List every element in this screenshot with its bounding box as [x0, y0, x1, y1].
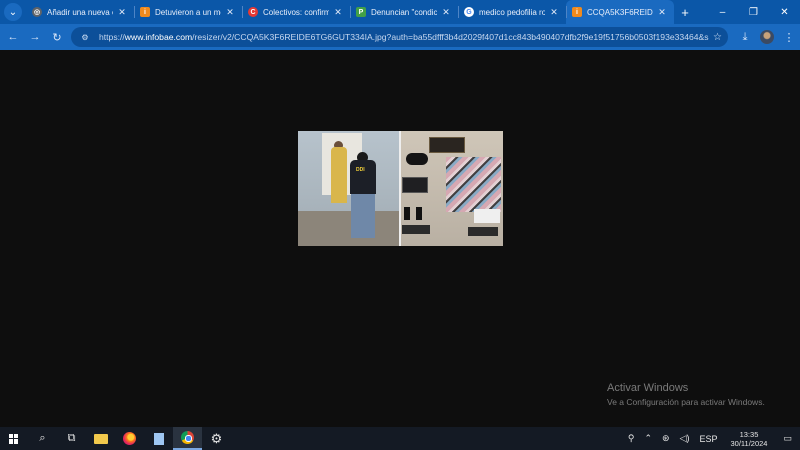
photo-label-card	[402, 225, 430, 234]
start-button[interactable]	[0, 427, 28, 450]
tab-1[interactable]: ◎ Añadir una nueva ent ✕	[26, 0, 134, 24]
tab-title: Detuvieron a un méd	[155, 7, 221, 17]
url-text[interactable]: https://www.infobae.com/resizer/v2/CCQA5…	[99, 32, 709, 42]
tab-title: Colectivos: confirman	[263, 7, 329, 17]
photo-person-detainee	[331, 147, 347, 203]
tab-6-active[interactable]: i CCQA5K3F6REIDE6TG ✕	[566, 0, 674, 24]
people-icon[interactable]: ⚲	[623, 433, 640, 444]
file-explorer-button[interactable]	[86, 427, 115, 450]
photo-box	[474, 209, 500, 223]
gear-icon: ⚙	[210, 430, 223, 446]
tab-search-button[interactable]: ⌄	[4, 3, 22, 21]
forward-arrow-icon[interactable]: →	[24, 26, 46, 48]
close-icon[interactable]: ✕	[224, 7, 236, 18]
windows-activation-watermark: Activar Windows Ve a Configuración para …	[607, 382, 765, 407]
tab-3[interactable]: C Colectivos: confirman ✕	[242, 0, 350, 24]
close-icon[interactable]: ✕	[332, 7, 344, 18]
window-controls: – ❐ ✕	[707, 0, 800, 24]
search-icon[interactable]: ⌕	[28, 427, 57, 450]
photo-seized-items	[446, 157, 501, 212]
task-view-icon[interactable]: ⧉	[57, 427, 86, 450]
minimize-button[interactable]: –	[707, 0, 738, 24]
system-tray: ⚲ ⌃ ⊛ ◁) ESP 13:35 30/11/2024 ▭	[623, 427, 800, 450]
clock-date: 30/11/2024	[730, 438, 768, 448]
notifications-icon[interactable]: ▭	[775, 433, 800, 444]
close-icon[interactable]: ✕	[116, 7, 128, 18]
close-icon[interactable]: ✕	[656, 7, 668, 18]
folder-icon	[93, 433, 108, 444]
photo-floor	[298, 211, 400, 246]
news-photo[interactable]: DDI	[298, 131, 503, 246]
menu-dots-icon[interactable]: ⋮	[778, 26, 800, 48]
site-info-icon[interactable]: ⚙	[79, 31, 91, 43]
settings-button[interactable]: ⚙	[202, 427, 231, 450]
network-icon[interactable]: ⊛	[657, 433, 675, 444]
photo-officer-body	[350, 160, 376, 194]
url-prefix: https://	[99, 32, 125, 42]
tab-title: medico pedofilia rop	[479, 7, 545, 17]
news-icon: C	[248, 7, 258, 17]
photo-bag	[406, 153, 428, 165]
tab-4[interactable]: P Denuncian "condicio ✕	[350, 0, 458, 24]
bookmark-star-icon[interactable]: ☆	[713, 32, 722, 43]
download-icon[interactable]: ⤓	[734, 26, 756, 48]
firefox-icon	[123, 432, 136, 445]
photo-phone	[404, 207, 410, 220]
chrome-button[interactable]	[173, 427, 202, 450]
infobae-icon: i	[572, 7, 582, 17]
notepad-button[interactable]	[144, 427, 173, 450]
address-bar[interactable]: ⚙ https://www.infobae.com/resizer/v2/CCQ…	[71, 27, 728, 47]
activation-subtitle: Ve a Configuración para activar Windows.	[607, 397, 765, 407]
close-icon[interactable]: ✕	[548, 7, 560, 18]
photo-phone	[416, 207, 422, 220]
profile-avatar[interactable]	[760, 30, 774, 44]
infobae-icon: i	[140, 7, 150, 17]
photo-officer-legs	[351, 194, 375, 238]
language-indicator[interactable]: ESP	[694, 434, 722, 444]
url-path: /resizer/v2/CCQA5K3F6REIDE6TG6GUT334IA.j…	[192, 32, 709, 42]
notepad-icon	[153, 432, 164, 445]
back-arrow-icon[interactable]: ←	[2, 26, 24, 48]
activation-title: Activar Windows	[607, 382, 689, 394]
reload-icon[interactable]: ↻	[46, 26, 68, 48]
google-icon: G	[464, 7, 474, 17]
clock-time: 13:35	[739, 429, 759, 439]
tab-title: Denuncian "condicio	[371, 7, 437, 17]
photo-label-card	[468, 227, 498, 236]
tab-2[interactable]: i Detuvieron a un méd ✕	[134, 0, 242, 24]
restore-button[interactable]: ❐	[738, 0, 769, 24]
close-window-button[interactable]: ✕	[769, 0, 800, 24]
photo-device	[402, 177, 428, 193]
tab-title: CCQA5K3F6REIDE6TG	[587, 7, 653, 17]
new-tab-button[interactable]: +	[674, 5, 696, 20]
toolbar-actions: ⤓ ⋮	[734, 24, 800, 50]
tab-title: Añadir una nueva ent	[47, 7, 113, 17]
volume-icon[interactable]: ◁)	[675, 433, 695, 444]
news-icon: P	[356, 7, 366, 17]
photo-ddi-badge: DDI	[356, 167, 365, 173]
url-domain: www.infobae.com	[124, 32, 193, 42]
close-icon[interactable]: ✕	[440, 7, 452, 18]
tab-5[interactable]: G medico pedofilia rop ✕	[458, 0, 566, 24]
photo-plaque	[429, 137, 465, 153]
windows-logo-icon	[9, 433, 19, 444]
chevron-up-icon[interactable]: ⌃	[639, 433, 657, 444]
tab-strip: ⌄ ◎ Añadir una nueva ent ✕ i Detuvieron …	[0, 0, 800, 24]
world-icon: ◎	[32, 7, 42, 17]
clock[interactable]: 13:35 30/11/2024	[723, 430, 776, 448]
chrome-icon	[181, 431, 194, 444]
firefox-button[interactable]	[115, 427, 144, 450]
